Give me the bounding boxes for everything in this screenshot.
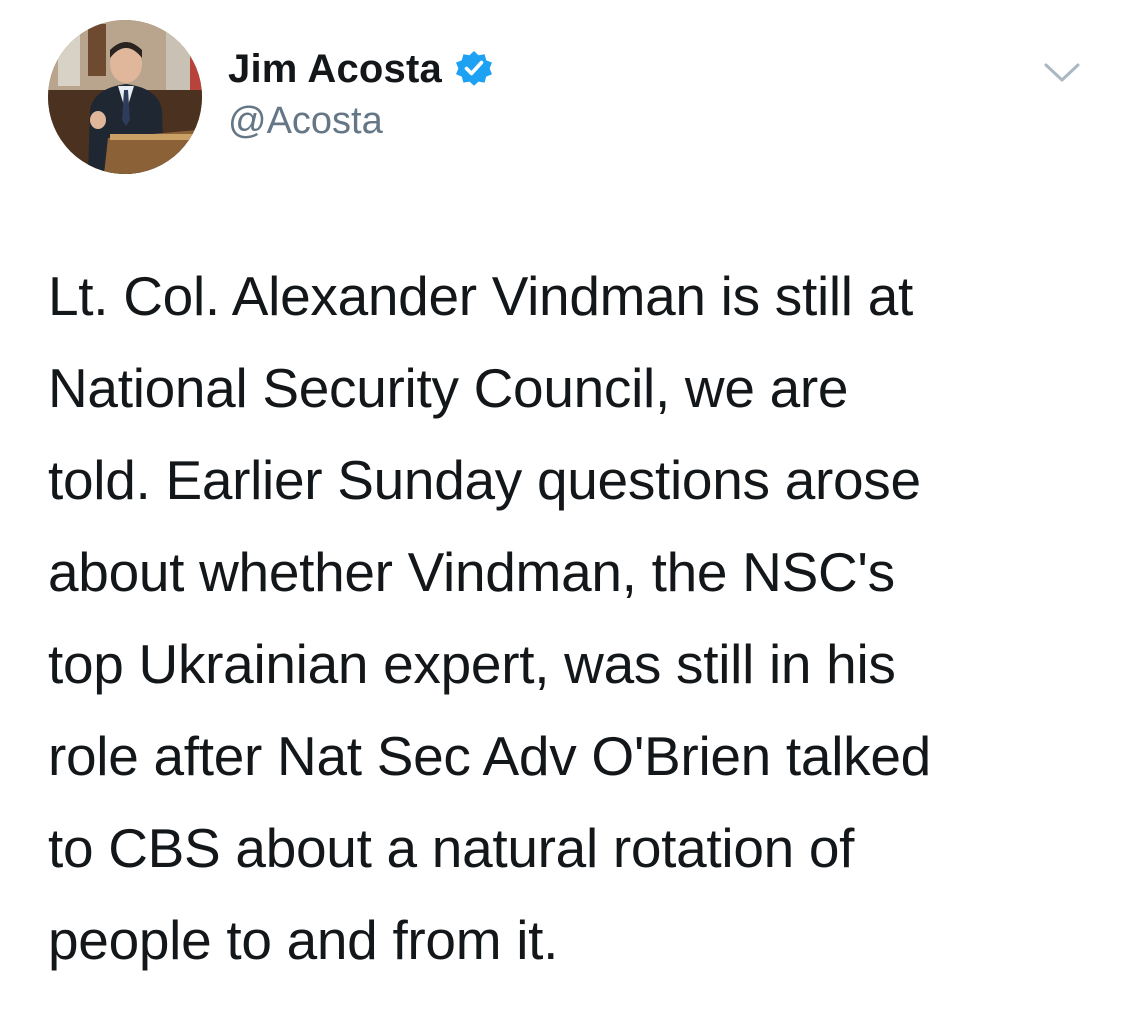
tweet-text-line: National Security Council, we are [48, 357, 849, 419]
tweet-text-line: told. Earlier Sunday questions arose [48, 449, 921, 511]
author-display-name[interactable]: Jim Acosta [228, 47, 442, 92]
tweet-text-line: Lt. Col. Alexander Vindman is still at [48, 265, 913, 327]
tweet-text-line: to CBS about a natural rotation of [48, 817, 855, 879]
author-name-row[interactable]: Jim Acosta [228, 44, 494, 94]
chevron-down-icon[interactable] [1040, 58, 1084, 88]
tweet-text-line: top Ukrainian expert, was still in his [48, 633, 896, 695]
author-avatar[interactable] [48, 20, 202, 174]
author-handle[interactable]: @Acosta [228, 100, 383, 143]
avatar-image [48, 20, 202, 174]
verified-badge-icon [454, 49, 494, 89]
tweet-text-line: about whether Vindman, the NSC's [48, 541, 895, 603]
tweet-text-line: people to and from it. [48, 909, 559, 971]
tweet-card: Jim Acosta @Acosta Lt. Col. Alexander Vi… [0, 0, 1125, 1021]
tweet-text: Lt. Col. Alexander Vindman is still at N… [48, 250, 1108, 986]
tweet-text-line: role after Nat Sec Adv O'Brien talked [48, 725, 931, 787]
